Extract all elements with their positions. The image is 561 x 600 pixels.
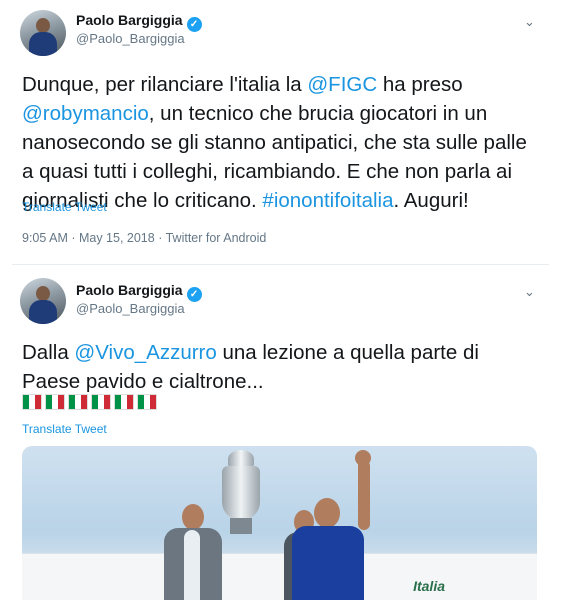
mention-link[interactable]: @robymancio xyxy=(22,102,149,125)
divider xyxy=(12,264,549,265)
verified-badge-icon: ✓ xyxy=(186,17,202,32)
italy-flag-icon xyxy=(45,394,65,410)
mention-link[interactable]: @Vivo_Azzurro xyxy=(74,341,216,364)
italy-flag-icon xyxy=(22,394,42,410)
translate-tweet-link[interactable]: Translate Tweet xyxy=(22,200,107,214)
tweet-card[interactable]: Paolo Bargiggia ✓ @Paolo_Bargiggia ⌄ Dall… xyxy=(0,268,561,600)
italy-flags xyxy=(22,394,160,412)
avatar[interactable] xyxy=(20,278,66,324)
tweet-card[interactable]: Paolo Bargiggia ✓ @Paolo_Bargiggia ⌄ Dunq… xyxy=(0,0,561,262)
tweet-text: Dalla @Vivo_Azzurro una lezione a quella… xyxy=(22,341,479,393)
author-name[interactable]: Paolo Bargiggia ✓ xyxy=(76,282,202,302)
author-handle[interactable]: @Paolo_Bargiggia xyxy=(76,301,185,316)
verified-badge-icon: ✓ xyxy=(186,287,202,302)
italy-flag-icon xyxy=(114,394,134,410)
italy-flag-icon xyxy=(91,394,111,410)
mention-link[interactable]: @FIGC xyxy=(307,73,377,96)
translate-tweet-link[interactable]: Translate Tweet xyxy=(22,422,107,436)
avatar[interactable] xyxy=(20,10,66,56)
italy-flag-icon xyxy=(137,394,157,410)
tweet-text: Dunque, per rilanciare l'italia la @FIGC… xyxy=(22,73,527,212)
chevron-down-icon[interactable]: ⌄ xyxy=(524,14,535,30)
airplane-fuselage xyxy=(22,553,537,600)
italy-flag-icon xyxy=(68,394,88,410)
chevron-down-icon[interactable]: ⌄ xyxy=(524,284,535,300)
hashtag-link[interactable]: #ionontifoitalia xyxy=(262,189,393,212)
author-name[interactable]: Paolo Bargiggia ✓ xyxy=(76,12,202,32)
author-handle[interactable]: @Paolo_Bargiggia xyxy=(76,31,185,46)
airline-logo: Italia xyxy=(413,578,445,594)
tweet-timestamp[interactable]: 9:05 AM · May 15, 2018 · Twitter for And… xyxy=(22,231,266,245)
tweet-photo[interactable]: Italia xyxy=(22,446,537,600)
